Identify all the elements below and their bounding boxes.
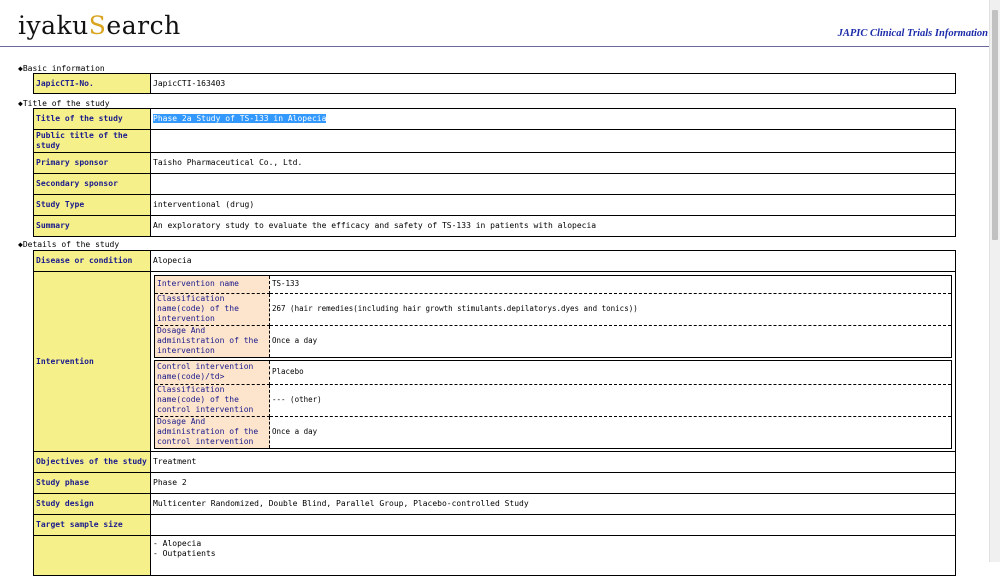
- study-design-value: Multicenter Randomized, Double Blind, Pa…: [150, 493, 956, 515]
- control-class-label: Classification name(code) of the control…: [154, 384, 270, 417]
- intervention-name-label: Intervention name: [154, 275, 270, 294]
- primary-sponsor-value: Taisho Pharmaceutical Co., Ltd.: [150, 152, 956, 174]
- public-title-value: [150, 129, 956, 153]
- study-phase-value: Phase 2: [150, 472, 956, 494]
- disease-value: Alopecia: [150, 250, 956, 272]
- control-dosage-value: Once a day: [272, 427, 318, 436]
- criteria-line: - Outpatients: [153, 549, 216, 558]
- control-class-value: --- (other): [269, 384, 952, 417]
- intervention-subtable: Intervention name TS-133 Classification …: [154, 274, 952, 358]
- intervention-class-value: 267 (hair remedies(including hair growth…: [269, 293, 952, 326]
- site-title: JAPIC Clinical Trials Information: [837, 28, 988, 39]
- section-title-of-study: ◆Title of the study: [18, 99, 110, 108]
- intervention-dosage-label: Dosage And administration of the interve…: [154, 325, 270, 357]
- intervention-label: Intervention: [33, 271, 151, 452]
- study-design-label: Study design: [33, 493, 151, 515]
- objectives-label: Objectives of the study: [33, 451, 151, 473]
- intervention-name-value: TS-133: [269, 275, 952, 294]
- vertical-scrollbar[interactable]: [989, 0, 1000, 562]
- secondary-sponsor-value: [150, 173, 956, 195]
- summary-label: Summary: [33, 215, 151, 237]
- target-sample-size-label: Target sample size: [33, 514, 151, 536]
- cti-no-label: JapicCTI-No.: [33, 73, 151, 94]
- study-type-value: interventional (drug): [150, 194, 956, 216]
- criteria-line: - Alopecia: [153, 539, 202, 548]
- details-table: Disease or condition Alopecia Interventi…: [33, 250, 956, 576]
- basic-information-table: JapicCTI-No. JapicCTI-163403: [33, 73, 956, 94]
- control-intervention-subtable: Control intervention name(code)/td> Plac…: [154, 359, 952, 449]
- control-name-value: Placebo: [269, 360, 952, 385]
- summary-value: An exploratory study to evaluate the eff…: [150, 215, 956, 237]
- title-table: Title of the study Phase 2a Study of TS-…: [33, 108, 956, 237]
- intervention-class-label: Classification name(code) of the interve…: [154, 293, 270, 326]
- criteria-label: [33, 535, 151, 576]
- objectives-value: Treatment: [150, 451, 956, 473]
- target-sample-size-value: [150, 514, 956, 536]
- public-title-label: Public title of the study: [33, 129, 151, 153]
- section-basic-information: ◆Basic information: [18, 64, 105, 73]
- iyakusearch-logo[interactable]: iyakuSearch: [18, 11, 181, 40]
- title-value[interactable]: Phase 2a Study of TS-133 in Alopecia: [153, 114, 327, 123]
- secondary-sponsor-label: Secondary sponsor: [33, 173, 151, 195]
- control-dosage-label: Dosage And administration of the control…: [154, 416, 270, 448]
- study-phase-label: Study phase: [33, 472, 151, 494]
- primary-sponsor-label: Primary sponsor: [33, 152, 151, 174]
- title-label: Title of the study: [33, 108, 151, 130]
- scrollbar-thumb[interactable]: [992, 10, 998, 240]
- section-details-of-study: ◆Details of the study: [18, 240, 120, 249]
- study-type-label: Study Type: [33, 194, 151, 216]
- site-header: iyakuSearch JAPIC Clinical Trials Inform…: [0, 0, 990, 47]
- disease-label: Disease or condition: [33, 250, 151, 272]
- intervention-dosage-value: Once a day: [272, 336, 318, 345]
- cti-no-value: JapicCTI-163403: [150, 73, 956, 94]
- control-name-label: Control intervention name(code)/td>: [154, 360, 270, 385]
